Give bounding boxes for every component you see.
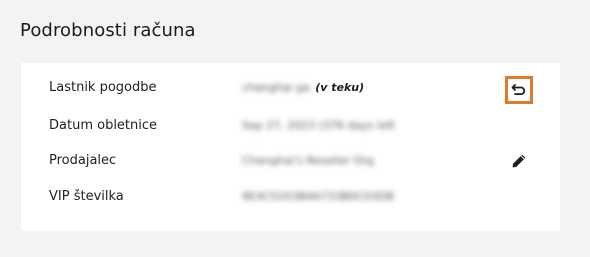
vip-number-value: 9E4C5203B4A733B0C03DB: [242, 190, 394, 203]
row-reseller: Prodajalec Changhai's Reseller Org: [21, 147, 560, 175]
anniversary-date-label: Datum obletnice: [49, 118, 158, 133]
pending-status: (v teku): [315, 81, 365, 94]
row-anniversary-date: Datum obletnice Sep 27, 2023 (376 days l…: [21, 112, 560, 140]
edit-reseller-button[interactable]: [509, 151, 529, 171]
row-contract-owner: Lastnik pogodbe changhai ga (v teku): [21, 74, 560, 102]
contract-owner-value: changhai ga (v teku): [242, 80, 364, 96]
account-details-card: Lastnik pogodbe changhai ga (v teku) Dat…: [21, 63, 560, 231]
contract-owner-label: Lastnik pogodbe: [49, 80, 157, 95]
reseller-value: Changhai's Reseller Org: [242, 154, 374, 167]
contract-owner-name: changhai ga: [242, 81, 310, 94]
anniversary-date-value: Sep 27, 2023 (376 days left: [242, 119, 395, 132]
row-vip-number: VIP številka 9E4C5203B4A733B0C03DB: [21, 183, 560, 211]
account-details-page: Podrobnosti računa Lastnik pogodbe chang…: [0, 0, 590, 257]
undo-button[interactable]: [505, 76, 533, 104]
reseller-label: Prodajalec: [49, 153, 117, 168]
vip-number-label: VIP številka: [49, 189, 124, 204]
undo-icon: [511, 82, 527, 98]
section-title: Podrobnosti računa: [20, 20, 196, 41]
pencil-icon: [511, 153, 527, 169]
